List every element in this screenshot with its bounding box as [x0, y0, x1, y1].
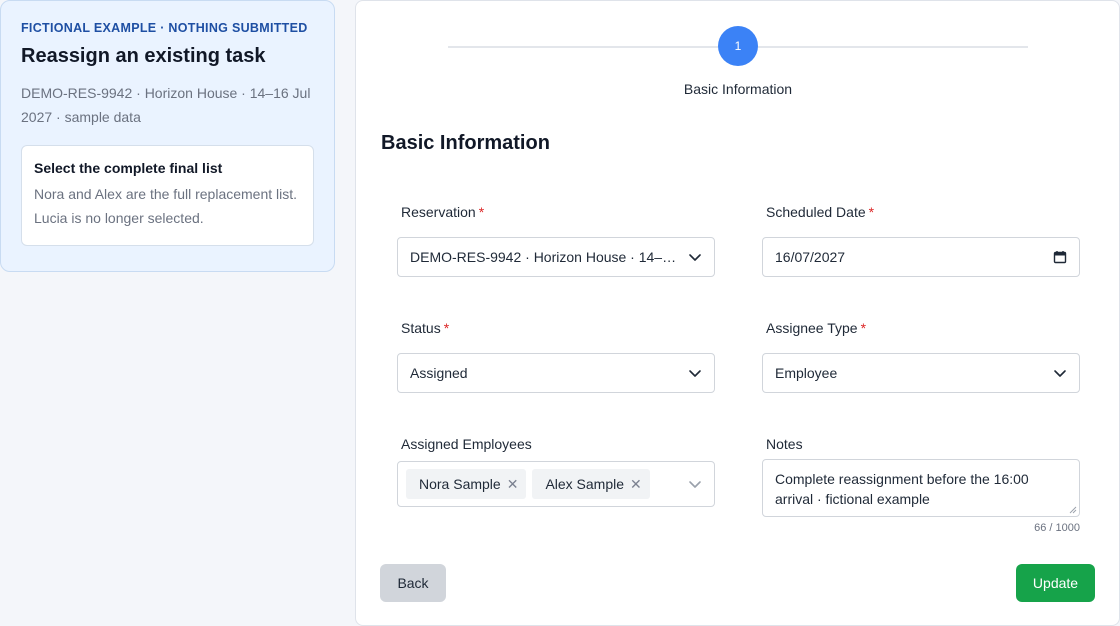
status-value: Assigned: [410, 365, 468, 381]
assigned-employees-label: Assigned Employees: [401, 436, 532, 452]
assigned-employees-field: Assigned Employees Nora Sample ✕ Alex Sa…: [397, 436, 715, 507]
employee-chip-list: Nora Sample ✕ Alex Sample ✕: [406, 469, 680, 499]
reservation-label: Reservation *: [401, 204, 485, 220]
fictional-badge: FICTIONAL EXAMPLE · NOTHING SUBMITTED: [21, 21, 308, 35]
employee-chip-label: Nora Sample: [419, 476, 501, 492]
status-field: Status * Assigned: [397, 320, 715, 393]
calendar-icon[interactable]: [1053, 250, 1067, 264]
notes-label: Notes: [766, 436, 803, 452]
remove-chip-icon[interactable]: ✕: [630, 476, 642, 493]
assignee-type-select[interactable]: Employee: [762, 353, 1080, 393]
scheduled-date-input[interactable]: 16/07/2027: [762, 237, 1080, 277]
notes-field: Notes Complete reassignment before the 1…: [762, 436, 1080, 534]
back-button[interactable]: Back: [380, 564, 446, 602]
step-indicator: 1: [718, 26, 758, 66]
scheduled-date-field: Scheduled Date * 16/07/2027: [762, 204, 1080, 277]
reservation-field: Reservation * DEMO-RES-9942 · Horizon Hou…: [397, 204, 715, 277]
chevron-down-icon: [1054, 370, 1066, 377]
update-button[interactable]: Update: [1016, 564, 1095, 602]
notes-textarea[interactable]: Complete reassignment before the 16:00 a…: [762, 459, 1080, 517]
notes-value: Complete reassignment before the 16:00 a…: [775, 471, 1029, 507]
employee-chip-label: Alex Sample: [545, 476, 625, 492]
chevron-down-icon[interactable]: [688, 477, 702, 491]
instruction-box: Select the complete final list Nora and …: [21, 145, 314, 246]
assignee-type-label: Assignee Type *: [766, 320, 867, 336]
scheduled-date-value: 16/07/2027: [775, 249, 846, 265]
reservation-select[interactable]: DEMO-RES-9942 · Horizon House · 14–16 Ju…: [397, 237, 715, 277]
scheduled-date-label: Scheduled Date *: [766, 204, 875, 220]
task-form-card: 1 Basic Information Basic Information Re…: [355, 0, 1120, 626]
resize-handle-icon[interactable]: [1069, 506, 1077, 514]
task-info-panel: FICTIONAL EXAMPLE · NOTHING SUBMITTED Re…: [0, 0, 335, 272]
instruction-body: Nora and Alex are the full replacement l…: [34, 186, 298, 226]
status-label: Status *: [401, 320, 450, 336]
remove-chip-icon[interactable]: ✕: [507, 476, 519, 493]
employee-chip: Alex Sample ✕: [532, 469, 650, 499]
step-label: Basic Information: [683, 81, 793, 97]
section-title: Basic Information: [381, 132, 550, 154]
assignee-type-value: Employee: [775, 365, 838, 381]
chevron-down-icon: [689, 370, 701, 377]
instruction-title: Select the complete final list: [34, 160, 223, 176]
assigned-employees-multiselect[interactable]: Nora Sample ✕ Alex Sample ✕: [397, 461, 715, 507]
panel-title: Reassign an existing task: [21, 45, 266, 67]
notes-char-counter: 66 / 1000: [1034, 522, 1080, 534]
status-select[interactable]: Assigned: [397, 353, 715, 393]
reservation-value: DEMO-RES-9942 · Horizon House · 14–16 Ju…: [410, 249, 680, 265]
employee-chip: Nora Sample ✕: [406, 469, 527, 499]
reservation-summary: DEMO-RES-9942 · Horizon House · 14–16 Ju…: [21, 85, 311, 125]
assignee-type-field: Assignee Type * Employee: [762, 320, 1080, 393]
chevron-down-icon: [689, 254, 701, 261]
